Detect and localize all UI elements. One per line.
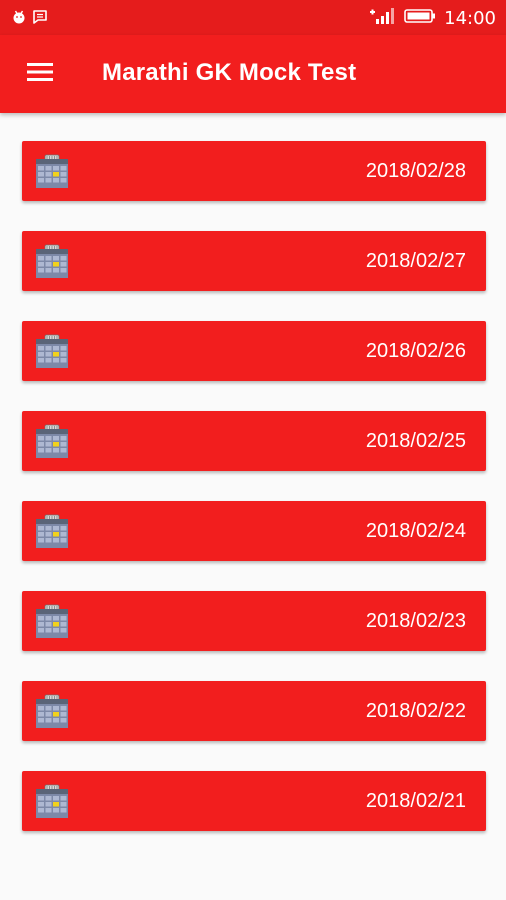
test-date-card[interactable]: 2018/02/22 (22, 681, 486, 741)
calendar-icon (34, 424, 70, 460)
calendar-icon (34, 244, 70, 280)
test-date-card[interactable]: 2018/02/28 (22, 141, 486, 201)
test-date-label: 2018/02/23 (365, 610, 466, 632)
app-bar: Marathi GK Mock Test (0, 35, 506, 113)
test-date-label: 2018/02/27 (365, 250, 466, 272)
calendar-icon (34, 334, 70, 370)
test-date-label: 2018/02/24 (365, 520, 466, 542)
test-date-card[interactable]: 2018/02/27 (22, 231, 486, 291)
signal-icon (370, 7, 396, 30)
message-icon (32, 9, 48, 30)
system-icons: 14:00 (370, 7, 496, 30)
calendar-icon (34, 604, 70, 640)
calendar-icon (34, 784, 70, 820)
test-date-card[interactable]: 2018/02/26 (22, 321, 486, 381)
calendar-icon (34, 154, 70, 190)
test-date-label: 2018/02/25 (365, 430, 466, 452)
test-list: 2018/02/28 2018/02/27 2018/02/26 2018/02… (22, 141, 486, 861)
android-debug-icon (12, 10, 26, 29)
status-time: 14:00 (444, 8, 496, 29)
menu-button[interactable] (20, 57, 60, 91)
calendar-icon (34, 694, 70, 730)
test-date-label: 2018/02/22 (365, 700, 466, 722)
notification-icons (12, 9, 48, 30)
page-title: Marathi GK Mock Test (102, 59, 357, 86)
test-date-card[interactable]: 2018/02/25 (22, 411, 486, 471)
test-date-label: 2018/02/26 (365, 340, 466, 362)
hamburger-menu-icon (27, 62, 53, 87)
test-date-card[interactable]: 2018/02/21 (22, 771, 486, 831)
test-date-label: 2018/02/21 (365, 790, 466, 812)
test-date-card[interactable]: 2018/02/23 (22, 591, 486, 651)
test-date-label: 2018/02/28 (365, 160, 466, 182)
battery-icon (404, 8, 436, 29)
test-date-card[interactable]: 2018/02/24 (22, 501, 486, 561)
status-bar: 14:00 (0, 0, 506, 35)
calendar-icon (34, 514, 70, 550)
